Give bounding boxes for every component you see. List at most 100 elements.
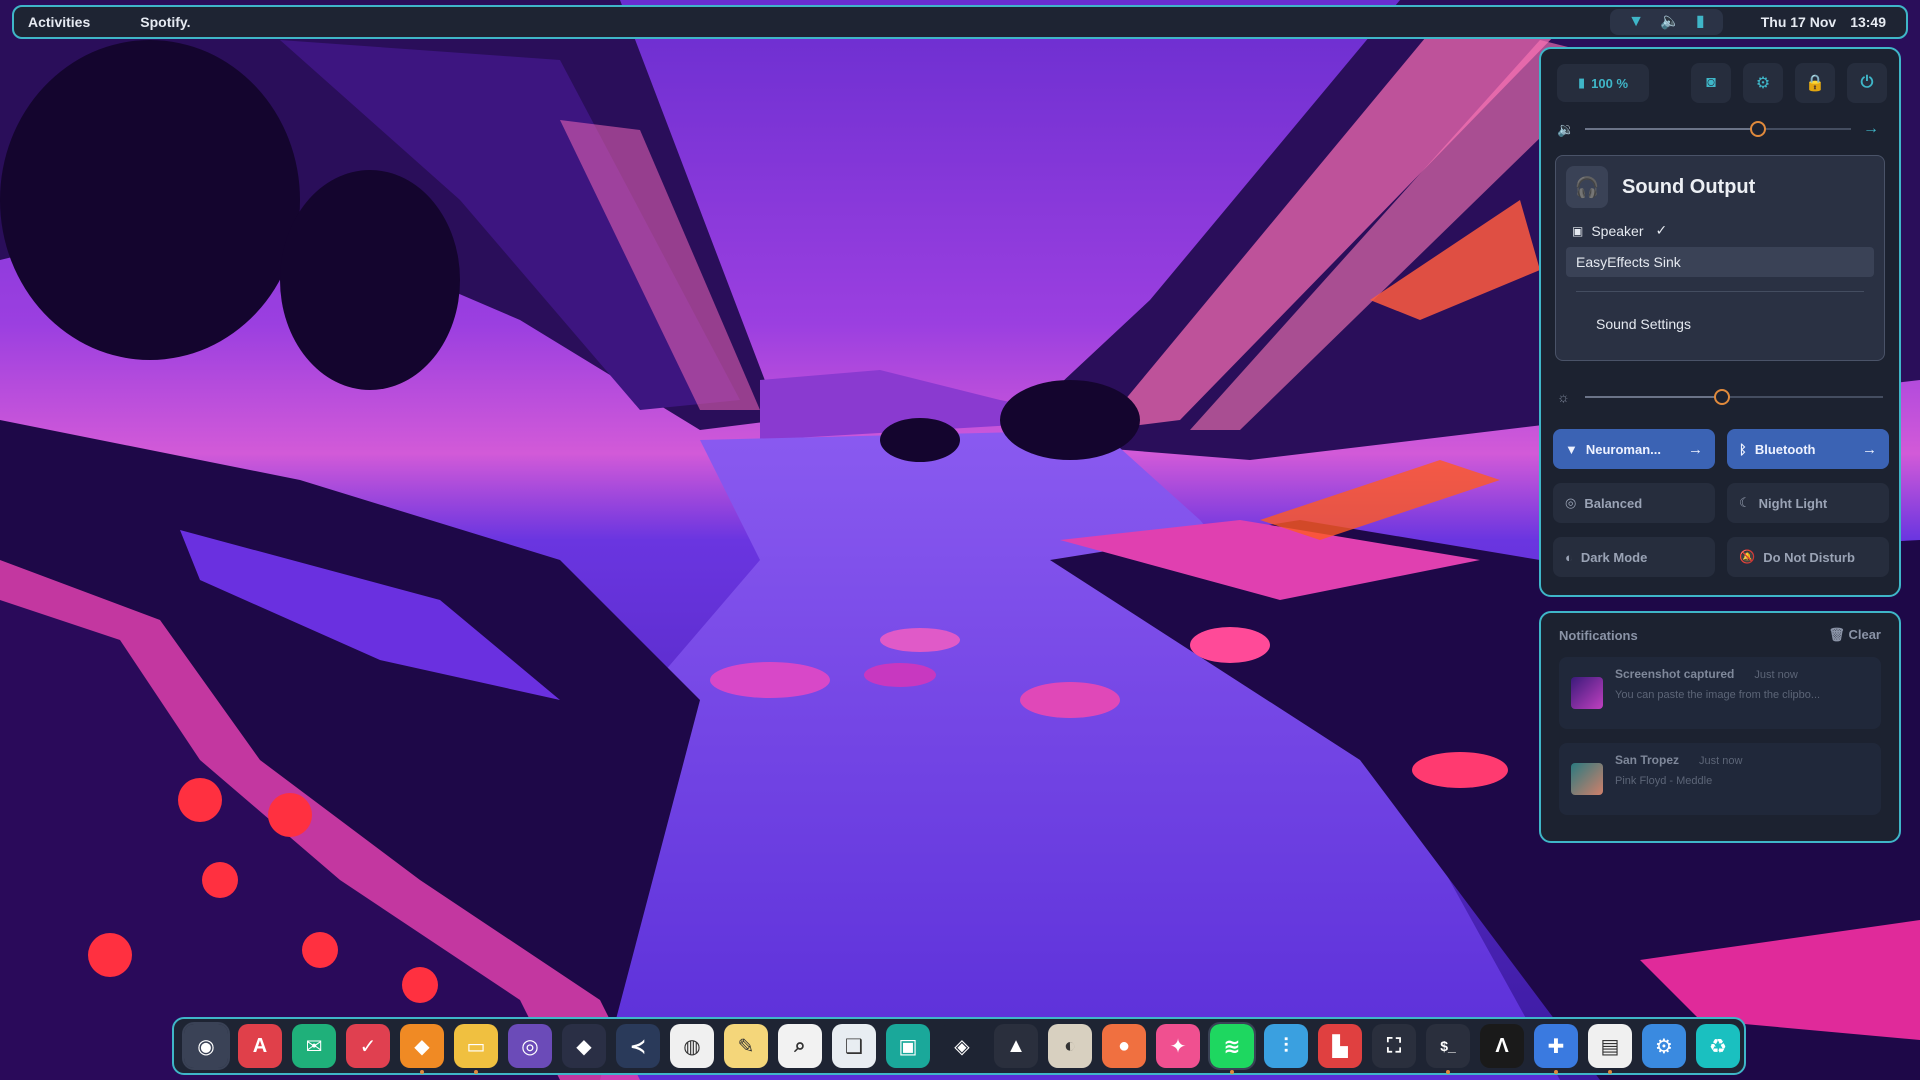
lock-icon: 🔒 [1805,75,1825,92]
terminal-icon[interactable]: $_ [1426,1024,1470,1074]
dock-glyph: ◍ [683,1035,701,1058]
headphones-icon: 🎧 [1566,166,1608,208]
clear-notifications-button[interactable]: 🗑 Clear [1828,627,1881,643]
equalizer-icon[interactable]: ⫶ [1264,1024,1308,1068]
obsidian-icon[interactable]: ◆ [562,1024,606,1068]
volume-slider-knob[interactable] [1749,121,1766,137]
system-tray[interactable]: ▼ 🔈 ▮ [1610,9,1723,35]
brightness-slider[interactable] [1585,389,1883,405]
brightness-slider-knob[interactable] [1714,389,1731,405]
power-icon: ⏻ [1860,74,1874,91]
notification-item[interactable]: Screenshot captured Just now You can pas… [1559,657,1881,729]
app-store-icon[interactable]: A [238,1024,282,1068]
settings-button[interactable]: ⚙ [1743,63,1783,103]
battery-indicator: ▮ 100 % [1557,64,1649,102]
toggle-label: Do Not Disturb [1763,549,1855,565]
chromium-icon[interactable]: ◍ [670,1024,714,1068]
clock[interactable]: Thu 17 Nov 13:49 [1761,14,1886,30]
tweaks-icon[interactable]: ▤ [1588,1024,1632,1074]
battery-percent: 100 % [1591,75,1629,91]
figma-icon[interactable]: ◈ [940,1024,984,1068]
speaker-icon: ▣ [1572,223,1584,238]
notification-body: San Tropez Just now Pink Floyd - Meddle [1615,753,1869,787]
dock-glyph: ◎ [521,1035,539,1058]
notification-title: San Tropez [1615,753,1680,767]
brave-browser-icon[interactable]: ◆ [400,1024,444,1074]
book-reader-icon[interactable]: ❑ [832,1024,876,1068]
notification-message: Pink Floyd - Meddle [1615,775,1713,787]
settings-app-icon[interactable]: ⚙ [1642,1024,1686,1068]
vscode-icon[interactable]: ≺ [616,1024,660,1068]
spotify-icon[interactable]: ≋ [1208,1022,1256,1074]
screenshot-button[interactable]: ◙ [1691,63,1731,103]
app-menu-button[interactable]: Spotify. [140,14,190,30]
notifications-title: Notifications [1559,627,1638,643]
screenshot-tool-icon[interactable]: ▣ [886,1024,930,1068]
dock-glyph: ✉ [305,1035,323,1058]
notification-header-row: Screenshot captured Just now [1615,667,1869,681]
arrow-right-icon[interactable]: → [1688,441,1703,458]
notification-time: Just now [1754,669,1798,681]
dock-glyph: ▲ [1006,1034,1026,1057]
sound-device-speaker[interactable]: ▣ Speaker ✓ [1566,222,1874,239]
running-indicator [1608,1070,1612,1074]
screenshot-thumbnail [1571,677,1603,709]
time-label: 13:49 [1850,14,1886,30]
trash-icon[interactable]: ♻ [1696,1024,1740,1068]
inkscape-icon[interactable]: ▲ [994,1024,1038,1068]
wifi-icon[interactable]: ▼ [1628,14,1644,30]
contrast-icon: ◐ [1565,549,1573,565]
dock-glyph: ⫶ [1283,1034,1289,1057]
wifi-toggle[interactable]: ▼ Neuroman... → [1553,429,1715,469]
power-profile-toggle[interactable]: ◎ Balanced [1553,483,1715,523]
text-editor-icon[interactable]: ✎ [724,1024,768,1068]
mail-icon[interactable]: ✉ [292,1024,336,1068]
tasks-icon[interactable]: ✓ [346,1024,390,1068]
quick-settings-header: ▮ 100 % ◙ ⚙ 🔒 ⏻ [1553,63,1887,103]
search-icon[interactable]: ⌕ [778,1024,822,1068]
moon-icon: ☾ [1739,495,1751,510]
volume-icon[interactable]: 🔈 [1660,14,1680,30]
gimp-icon[interactable]: ◐ [1048,1024,1092,1068]
color-picker-icon[interactable]: ● [1102,1024,1146,1068]
audio-waveform-icon[interactable]: ▙ [1318,1024,1362,1068]
trash-icon: 🗑 [1828,627,1845,642]
arrow-right-icon[interactable]: → [1862,441,1877,458]
eye-app-icon[interactable]: ◉ [182,1022,230,1070]
date-label: Thu 17 Nov [1760,14,1837,30]
bluetooth-icon: ᛒ [1739,441,1747,457]
notification-message: You can paste the image from the clipbo.… [1615,689,1821,701]
sound-device-easyeffects[interactable]: EasyEffects Sink [1566,247,1874,277]
running-indicator [1446,1070,1450,1074]
volume-menu-arrow-icon[interactable]: → [1859,120,1883,138]
files-icon[interactable]: ▭ [454,1024,498,1074]
check-icon: ✓ [1655,222,1668,238]
activities-button[interactable]: Activities [28,14,90,30]
battery-icon[interactable]: ▮ [1696,14,1705,30]
volume-slider[interactable] [1585,121,1851,137]
lock-button[interactable]: 🔒 [1795,63,1835,103]
power-button[interactable]: ⏻ [1847,63,1887,103]
dock-glyph: ⛶ [1387,1034,1401,1057]
toggle-label: Dark Mode [1580,549,1648,565]
bluetooth-toggle[interactable]: ᛒ Bluetooth → [1727,429,1889,469]
running-indicator [1230,1070,1234,1074]
alacritty-icon[interactable]: Λ [1480,1024,1524,1068]
media-player-icon[interactable]: ✦ [1156,1024,1200,1068]
github-icon[interactable]: ◎ [508,1024,552,1068]
sound-settings-link[interactable]: Sound Settings [1566,316,1874,332]
notification-item[interactable]: San Tropez Just now Pink Floyd - Meddle [1559,743,1881,815]
do-not-disturb-toggle[interactable]: 🔕 Do Not Disturb [1727,537,1889,577]
dark-mode-toggle[interactable]: ◐ Dark Mode [1553,537,1715,577]
sound-device-label: EasyEffects Sink [1576,254,1681,270]
extensions-icon[interactable]: ✚ [1534,1024,1578,1074]
night-light-toggle[interactable]: ☾ Night Light [1727,483,1889,523]
screenshot-icon: ◙ [1706,74,1716,91]
wifi-icon: ▼ [1565,441,1578,457]
notification-body: Screenshot captured Just now You can pas… [1615,667,1869,701]
screen-capture-icon[interactable]: ⛶ [1372,1024,1416,1068]
dock-glyph: ❑ [845,1035,863,1058]
toggle-label: Neuroman... [1585,441,1661,457]
brightness-icon: ☼ [1557,389,1570,405]
sound-device-label: Speaker [1591,222,1644,239]
